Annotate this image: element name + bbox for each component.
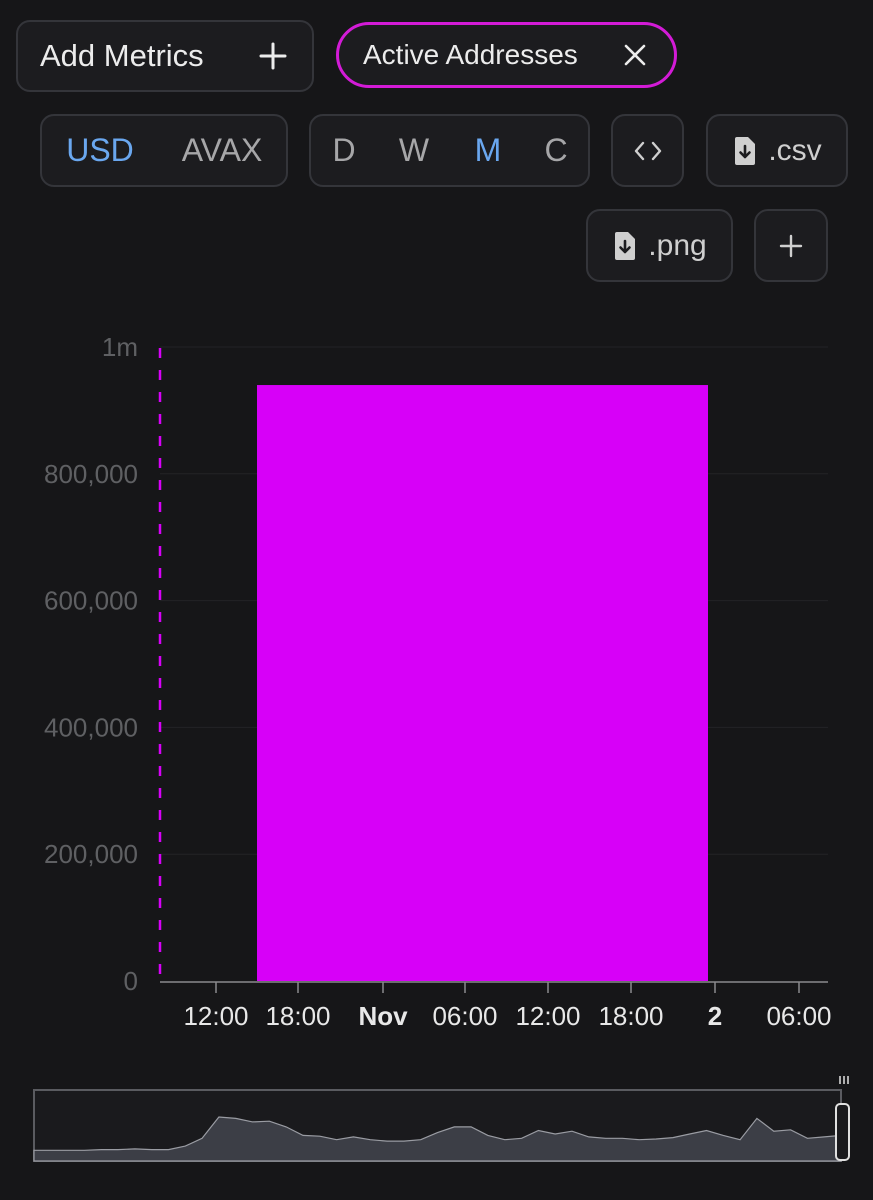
interval-toggle: D W M C [309,114,590,187]
y-tick-label: 800,000 [44,459,138,489]
download-png-button[interactable]: .png [586,209,733,282]
x-tick-label: Nov [358,1001,408,1031]
x-tick-label: 12:00 [515,1001,580,1031]
bar [257,385,708,981]
embed-code-button[interactable] [611,114,684,187]
chart-navigator[interactable] [0,1070,873,1170]
png-label: .png [648,228,707,262]
metric-chip-active-addresses[interactable]: Active Addresses [336,22,677,88]
y-tick-label: 600,000 [44,586,138,616]
y-tick-label: 200,000 [44,839,138,869]
currency-option-usd[interactable]: USD [50,116,150,185]
interval-option-c[interactable]: C [533,116,579,185]
plus-icon [779,234,803,257]
add-metrics-label: Add Metrics [40,38,204,73]
x-tick-label: 06:00 [432,1001,497,1031]
y-tick-label: 1m [102,332,138,362]
y-tick-label: 400,000 [44,712,138,742]
interval-option-m[interactable]: M [463,116,513,185]
interval-option-w[interactable]: W [389,116,439,185]
metric-chip-label: Active Addresses [363,39,578,70]
currency-option-avax[interactable]: AVAX [170,116,274,185]
interval-option-d[interactable]: D [321,116,367,185]
file-download-icon [735,136,756,165]
close-icon[interactable] [622,42,648,68]
x-tick-label: 12:00 [183,1001,248,1031]
code-icon [634,141,661,160]
x-tick-label: 2 [708,1001,722,1031]
add-metrics-button[interactable]: Add Metrics [16,20,314,92]
chart-area: 0 200,000 400,000 600,000 800,000 1m 12:00 18:0… [44,332,832,1031]
add-chart-button[interactable] [754,209,828,282]
currency-toggle: USD AVAX [40,114,288,187]
csv-label: .csv [768,133,822,167]
x-tick-label: 06:00 [766,1001,831,1031]
download-csv-button[interactable]: .csv [706,114,848,187]
file-download-icon [615,231,636,260]
plus-icon [259,42,287,70]
navigator-handle[interactable] [835,1103,850,1161]
x-tick-label: 18:00 [265,1001,330,1031]
y-tick-label: 0 [124,966,138,996]
x-tick-label: 18:00 [598,1001,663,1031]
